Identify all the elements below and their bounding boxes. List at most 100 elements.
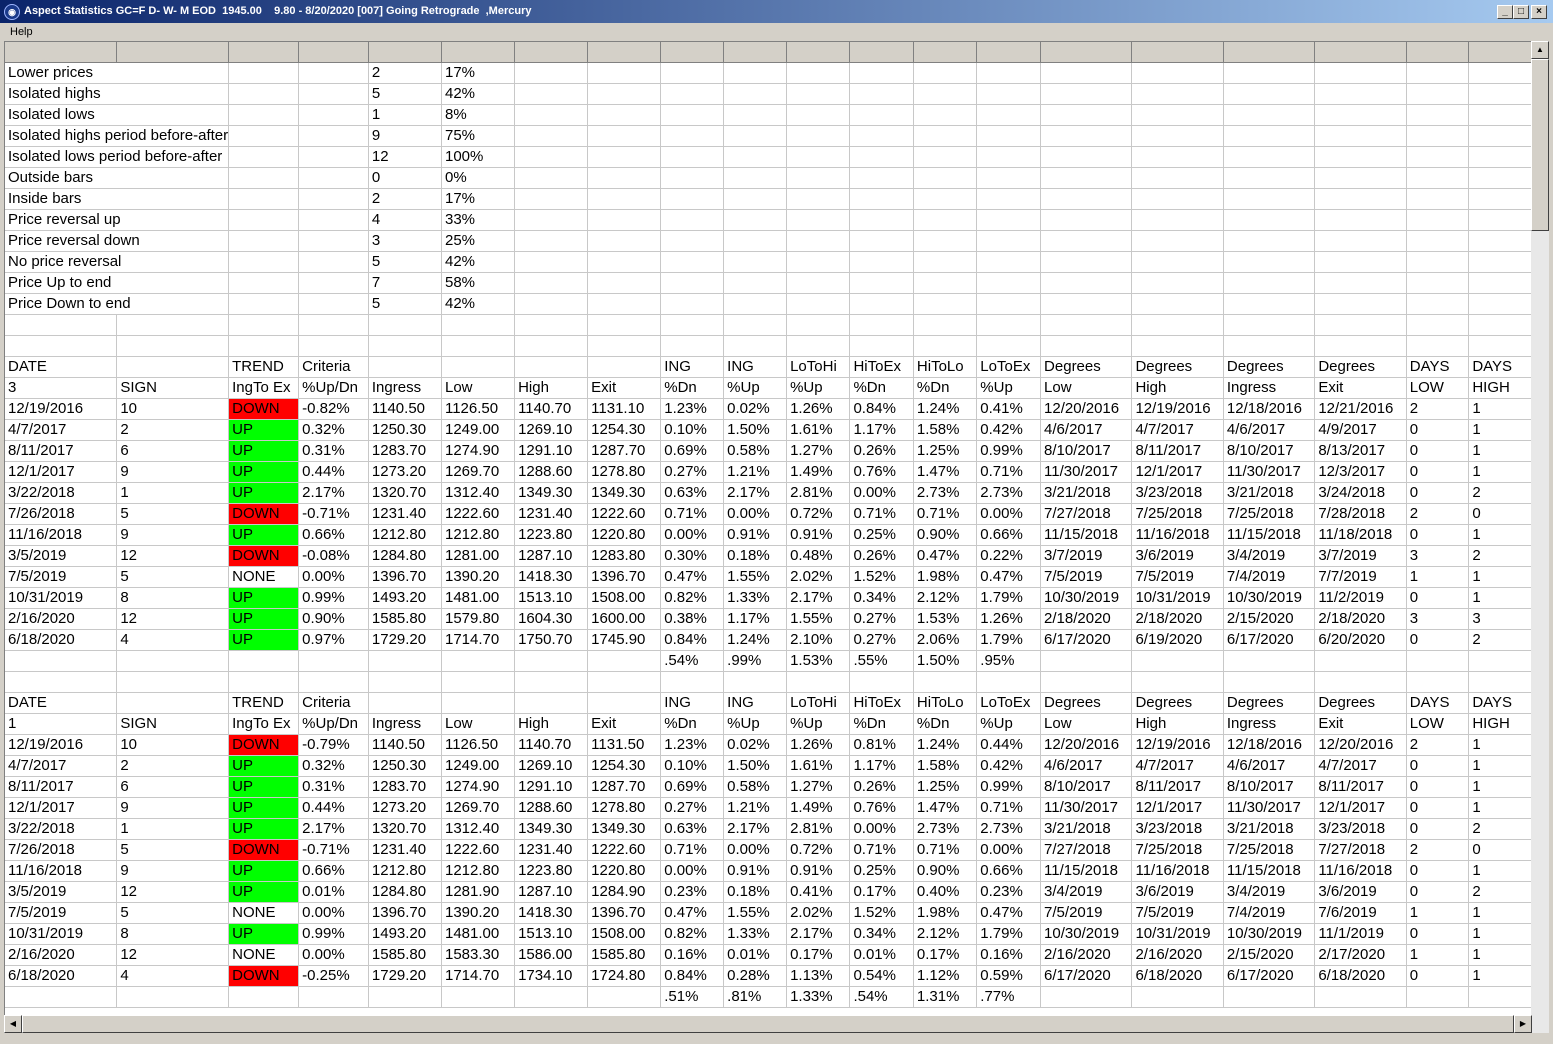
data-cell[interactable]: 1250.30 bbox=[368, 419, 442, 441]
data-cell[interactable]: 2/15/2020 bbox=[1223, 944, 1316, 966]
trend-cell[interactable]: DOWN bbox=[228, 839, 300, 861]
data-cell[interactable]: 8/10/2017 bbox=[1223, 776, 1316, 798]
data-cell[interactable]: 3/23/2018 bbox=[1131, 818, 1224, 840]
empty-cell[interactable] bbox=[786, 209, 851, 231]
summary-percent[interactable]: 42% bbox=[441, 293, 516, 315]
data-cell[interactable]: 0.00% bbox=[849, 818, 914, 840]
empty-cell[interactable] bbox=[587, 146, 662, 168]
data-cell[interactable]: 0.44% bbox=[976, 734, 1042, 756]
empty-cell[interactable] bbox=[1314, 230, 1407, 252]
empty-cell[interactable] bbox=[587, 335, 662, 357]
empty-cell[interactable] bbox=[228, 335, 300, 357]
data-cell[interactable]: 0.02% bbox=[723, 398, 788, 420]
empty-cell[interactable] bbox=[1223, 104, 1316, 126]
data-cell[interactable]: 8/13/2017 bbox=[1314, 440, 1407, 462]
summary-percent[interactable]: 0% bbox=[441, 167, 516, 189]
data-cell[interactable]: 0.38% bbox=[660, 608, 725, 630]
header-cell[interactable] bbox=[514, 692, 589, 714]
data-cell[interactable]: 7/4/2019 bbox=[1223, 902, 1316, 924]
empty-cell[interactable] bbox=[1406, 335, 1470, 357]
empty-cell[interactable] bbox=[1314, 83, 1407, 105]
data-cell[interactable]: 1 bbox=[1468, 923, 1532, 945]
header-cell[interactable]: Ingress bbox=[368, 713, 442, 735]
data-cell[interactable]: 11/30/2017 bbox=[1223, 797, 1316, 819]
header-cell[interactable]: LoToHi bbox=[786, 692, 851, 714]
empty-cell[interactable] bbox=[660, 188, 725, 210]
data-cell[interactable]: 1.27% bbox=[786, 440, 851, 462]
empty-cell[interactable] bbox=[368, 335, 442, 357]
empty-cell[interactable] bbox=[1468, 104, 1532, 126]
empty-cell[interactable] bbox=[1040, 42, 1133, 63]
empty-cell[interactable] bbox=[1468, 209, 1532, 231]
empty-cell[interactable] bbox=[1406, 104, 1470, 126]
summary-label[interactable]: Isolated lows bbox=[5, 104, 230, 126]
empty-cell[interactable] bbox=[976, 230, 1042, 252]
data-cell[interactable]: 0 bbox=[1406, 419, 1470, 441]
empty-cell[interactable] bbox=[1040, 671, 1133, 693]
data-cell[interactable]: 0.01% bbox=[298, 881, 369, 903]
data-cell[interactable]: 1288.60 bbox=[514, 461, 589, 483]
empty-cell[interactable] bbox=[786, 293, 851, 315]
header-cell[interactable]: ING bbox=[660, 692, 725, 714]
empty-cell[interactable] bbox=[368, 42, 442, 63]
data-cell[interactable]: 0.26% bbox=[849, 776, 914, 798]
data-cell[interactable]: 1222.60 bbox=[587, 839, 662, 861]
data-cell[interactable]: 2/16/2020 bbox=[5, 608, 118, 630]
empty-cell[interactable] bbox=[976, 42, 1042, 63]
data-cell[interactable]: 2.81% bbox=[786, 818, 851, 840]
average-cell[interactable]: .55% bbox=[849, 650, 914, 672]
data-cell[interactable]: 0.58% bbox=[723, 440, 788, 462]
data-cell[interactable]: 1.98% bbox=[913, 566, 978, 588]
empty-cell[interactable] bbox=[587, 62, 662, 84]
data-cell[interactable]: 7/27/2018 bbox=[1040, 839, 1133, 861]
data-cell[interactable]: 0.42% bbox=[976, 419, 1042, 441]
header-cell[interactable]: %Dn bbox=[849, 377, 914, 399]
header-cell[interactable] bbox=[587, 692, 662, 714]
data-cell[interactable]: 3/6/2019 bbox=[1314, 881, 1407, 903]
empty-cell[interactable] bbox=[1223, 209, 1316, 231]
empty-cell[interactable] bbox=[1468, 335, 1532, 357]
empty-cell[interactable] bbox=[660, 42, 725, 63]
data-cell[interactable]: 2/18/2020 bbox=[1131, 608, 1224, 630]
data-cell[interactable]: 7/5/2019 bbox=[1131, 902, 1224, 924]
empty-cell[interactable] bbox=[587, 188, 662, 210]
data-cell[interactable]: 1.26% bbox=[786, 398, 851, 420]
header-cell[interactable]: High bbox=[1131, 377, 1224, 399]
summary-count[interactable]: 2 bbox=[368, 62, 442, 84]
header-cell[interactable]: %Dn bbox=[913, 713, 978, 735]
data-cell[interactable]: 0.41% bbox=[976, 398, 1042, 420]
data-cell[interactable]: 0.02% bbox=[723, 734, 788, 756]
average-cell[interactable]: .99% bbox=[723, 650, 788, 672]
empty-cell[interactable] bbox=[723, 104, 788, 126]
empty-cell[interactable] bbox=[786, 272, 851, 294]
data-cell[interactable]: 1.23% bbox=[660, 734, 725, 756]
empty-cell[interactable] bbox=[913, 293, 978, 315]
empty-cell[interactable] bbox=[660, 293, 725, 315]
data-cell[interactable]: 1.49% bbox=[786, 797, 851, 819]
data-cell[interactable]: 1349.30 bbox=[587, 482, 662, 504]
summary-percent[interactable]: 8% bbox=[441, 104, 516, 126]
empty-cell[interactable] bbox=[660, 671, 725, 693]
empty-cell[interactable] bbox=[786, 83, 851, 105]
data-cell[interactable]: 3/6/2019 bbox=[1131, 881, 1224, 903]
empty-cell[interactable] bbox=[441, 335, 516, 357]
header-cell[interactable]: ING bbox=[723, 692, 788, 714]
data-cell[interactable]: 1250.30 bbox=[368, 755, 442, 777]
empty-cell[interactable] bbox=[514, 146, 589, 168]
data-cell[interactable]: 3/5/2019 bbox=[5, 881, 118, 903]
data-cell[interactable]: 0.82% bbox=[660, 587, 725, 609]
data-cell[interactable]: 1231.40 bbox=[514, 503, 589, 525]
data-cell[interactable]: 2.81% bbox=[786, 482, 851, 504]
empty-cell[interactable] bbox=[1468, 188, 1532, 210]
summary-count[interactable]: 0 bbox=[368, 167, 442, 189]
data-cell[interactable]: 1131.50 bbox=[587, 734, 662, 756]
empty-cell[interactable] bbox=[1040, 83, 1133, 105]
data-cell[interactable]: 11/15/2018 bbox=[1223, 860, 1316, 882]
data-cell[interactable]: 1287.10 bbox=[514, 545, 589, 567]
data-cell[interactable]: 1390.20 bbox=[441, 566, 516, 588]
data-cell[interactable]: 0.17% bbox=[913, 944, 978, 966]
empty-cell[interactable] bbox=[1468, 314, 1532, 336]
data-cell[interactable]: 1312.40 bbox=[441, 818, 516, 840]
empty-cell[interactable] bbox=[587, 251, 662, 273]
trend-cell[interactable]: UP bbox=[228, 629, 300, 651]
